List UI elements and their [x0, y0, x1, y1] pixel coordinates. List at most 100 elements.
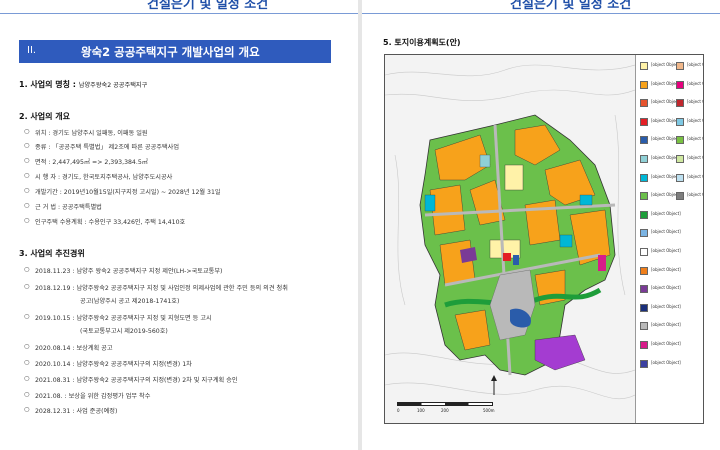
legend-label: [object Object]: [651, 303, 681, 309]
legend-swatch: [676, 136, 684, 145]
legend-label: [object Object]: [651, 285, 681, 291]
legend-item: [object Object]: [672, 189, 703, 203]
legend-item: [object Object]: [636, 115, 681, 129]
legend-swatch: [640, 359, 648, 368]
running-head: 건설은기 및 일정 조건: [147, 0, 269, 12]
bullet-circle-icon: ○: [24, 375, 30, 382]
legend-swatch: [676, 117, 684, 126]
legend-swatch: [640, 248, 648, 256]
history-item: 2021.08.31 : 남양주왕숙2 공공주택지구의 지정(변경) 2차 및 …: [35, 377, 238, 384]
overview-item: 인구주택 수용계획 : 수용인구 33,426인, 주택 14,410호: [35, 219, 186, 226]
section-header-bar: II. 왕숙2 공공주택지구 개발사업의 개요: [19, 40, 331, 63]
legend-item: [object Object]: [636, 338, 681, 352]
legend-label: [object Object]: [651, 248, 681, 253]
legend-swatch: [640, 192, 648, 201]
bullet-circle-icon: ○: [24, 157, 30, 164]
legend-label: [object Object]: [687, 155, 703, 160]
bullet-circle-icon: ○: [24, 266, 30, 273]
legend-label: [object Object]: [651, 210, 681, 216]
section-title: 왕숙2 공공주택지구 개발사업의 개요: [81, 45, 260, 59]
running-head: 건설은기 및 일정 조건: [510, 0, 632, 12]
legend-swatch: [640, 266, 648, 275]
bullet-circle-icon: ○: [24, 172, 30, 179]
legend-swatch: [640, 80, 648, 89]
legend-item: [object Object]: [636, 319, 681, 333]
land-use-map: [object Object] [object Object] [object Ob…: [384, 54, 704, 424]
legend-item: [object Object]: [672, 78, 703, 92]
overview-item: 시 행 자 : 경기도, 한국토지주택공사, 남양주도시공사: [35, 174, 173, 181]
bullet-circle-icon: ○: [24, 406, 30, 413]
legend-label: [object Object]: [651, 322, 681, 328]
bullet-circle-icon: ○: [24, 142, 30, 149]
legend-label: [object Object]: [687, 117, 703, 123]
legend-item: [object Object]: [636, 78, 681, 92]
legend-item: [object Object]: [636, 357, 681, 371]
history-item: 2018.12.19 : 남양주왕숙2 공공주택지구 지정 및 사업인정 의제사…: [35, 285, 288, 292]
overview-item: 근 거 법 : 공공주택특별법: [35, 204, 102, 211]
legend-item: [object Object]: [636, 245, 681, 259]
land-use-map-drawing: [385, 55, 635, 423]
legend-item: [object Object]: [636, 96, 681, 110]
legend-item: [object Object]: [636, 152, 681, 166]
legend-item: [object Object]: [672, 152, 703, 166]
scale-label: 500m: [483, 408, 495, 413]
legend-swatch: [676, 62, 684, 70]
legend-swatch: [640, 229, 648, 238]
history-item: 2021.08. : 보상을 위한 감정평가 업무 착수: [35, 393, 151, 400]
overview-item: 면적 : 2,447,495㎡ => 2,393,384.5㎡: [35, 159, 148, 166]
legend-label: [object Object]: [687, 99, 703, 105]
legend-swatch: [640, 341, 648, 349]
header-rule: [0, 13, 358, 14]
overview-item: 위치 : 경기도 남양주시 일패동, 이패동 일원: [35, 130, 148, 137]
legend-label: [object Object]: [651, 341, 681, 346]
map-title: 5. 토지이용계획도(안): [383, 38, 461, 47]
legend-item: [object Object]: [636, 189, 681, 203]
legend-swatch: [640, 155, 648, 163]
legend-swatch: [640, 285, 648, 294]
legend-swatch: [676, 173, 684, 182]
legend-swatch: [640, 303, 648, 312]
legend-swatch: [676, 155, 684, 163]
bullet-circle-icon: ○: [24, 359, 30, 366]
legend-label: [object Object]: [687, 136, 703, 142]
bullet-circle-icon: ○: [24, 217, 30, 224]
scale-bar-graphic: [397, 402, 493, 406]
overview-item: 종류 : 「공공주택 특별법」 제2조에 따른 공공주택사업: [35, 144, 180, 151]
history-item: 2028.12.31 : 사업 준공(예정): [35, 408, 118, 415]
section-number: II.: [27, 45, 37, 56]
bullet-circle-icon: ○: [24, 128, 30, 135]
history-item: 2020.10.14 : 남양주왕숙2 공공주택지구의 지정(변경) 1차: [35, 361, 192, 368]
legend-item: [object Object]: [636, 226, 681, 240]
legend-item: [object Object]: [636, 171, 681, 185]
legend-item: [object Object]: [636, 264, 681, 278]
legend-item: [object Object]: [672, 115, 703, 129]
legend-swatch: [640, 117, 648, 126]
bullet-circle-icon: ○: [24, 187, 30, 194]
legend-label: [object Object]: [687, 173, 703, 179]
project-name-value: 남양주왕숙2 공공주택지구: [78, 82, 148, 89]
left-page: 건설은기 및 일정 조건 II. 왕숙2 공공주택지구 개발사업의 개요 1. …: [0, 0, 358, 450]
bullet-circle-icon: ○: [24, 391, 30, 398]
history-item: (국토교통부고시 제2019-560호): [80, 328, 168, 335]
legend-item: [object Object]: [636, 208, 681, 222]
overview-item: 개발기간 : 2019년10월15일(지구지정 고시일) ~ 2028년 12월…: [35, 189, 221, 196]
bullet-circle-icon: ○: [24, 313, 30, 320]
legend-label: [object Object]: [687, 80, 703, 86]
bullet-circle-icon: ○: [24, 283, 30, 290]
history-item: 2018.11.23 : 남양주 왕숙2 공공주택지구 지정 제안(LH->국토…: [35, 268, 223, 275]
legend-label: [object Object]: [687, 62, 703, 67]
legend-swatch: [640, 210, 648, 219]
history-item: 2019.10.15 : 남양주왕숙2 공공주택지구 지정 및 지형도면 등 고…: [35, 315, 212, 322]
scale-label: 200: [441, 408, 449, 413]
heading-project-name: 1. 사업의 명칭 : 남양주왕숙2 공공주택지구: [19, 80, 148, 89]
history-item: 공고(남양주시 공고 제2018-1741호): [80, 298, 180, 305]
scale-bar: 0 100 200 500m: [397, 402, 497, 414]
legend-swatch: [640, 136, 648, 145]
legend-swatch: [640, 322, 648, 331]
legend-label: [object Object]: [651, 359, 681, 365]
scale-label: 100: [417, 408, 425, 413]
legend-swatch: [676, 80, 684, 89]
right-page: 건설은기 및 일정 조건 5. 토지이용계획도(안) [object Objec…: [362, 0, 720, 450]
map-legend: [object Object] [object Object] [object Ob…: [635, 55, 703, 423]
heading-overview: 2. 사업의 개요: [19, 112, 70, 121]
